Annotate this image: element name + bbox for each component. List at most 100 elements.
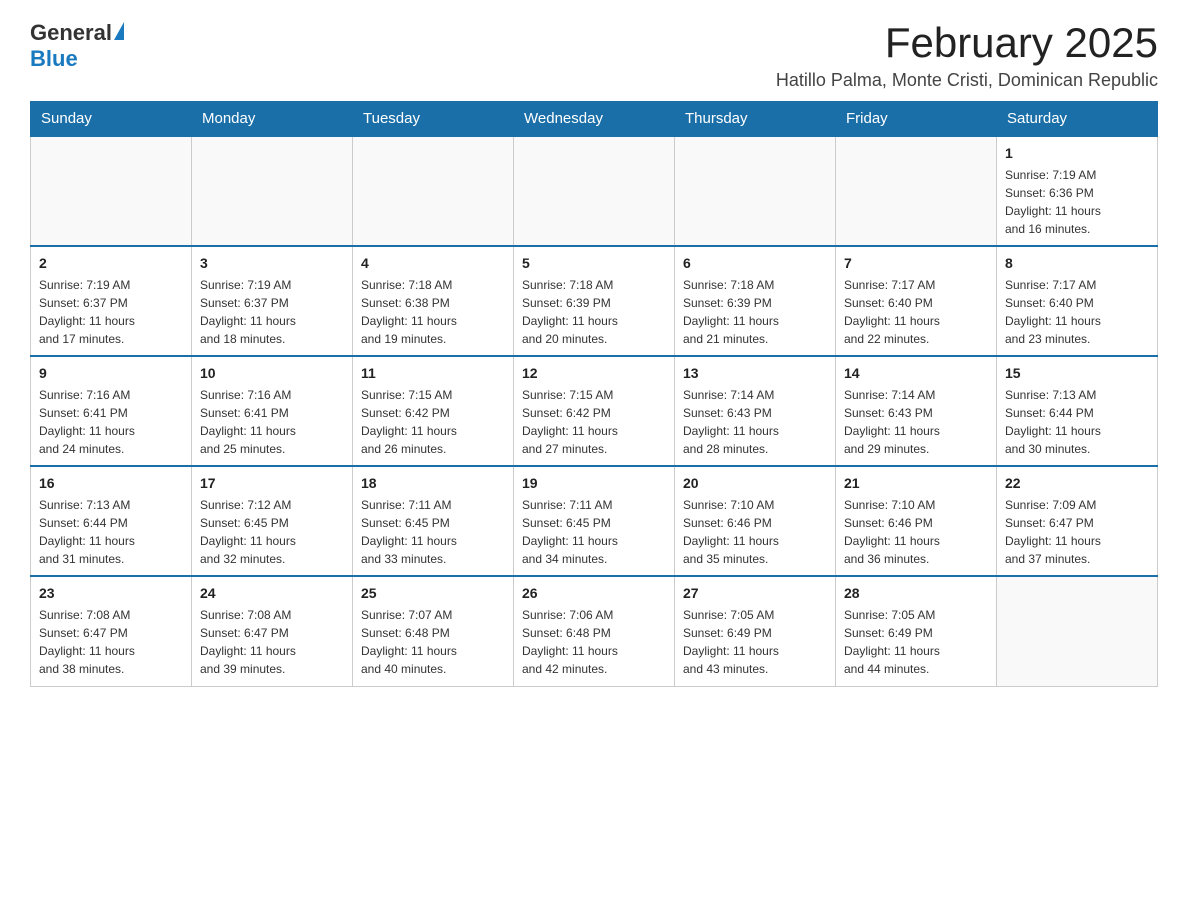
calendar-cell xyxy=(192,136,353,246)
day-info: Sunrise: 7:11 AM Sunset: 6:45 PM Dayligh… xyxy=(522,496,666,568)
logo-blue-text: Blue xyxy=(30,46,78,72)
day-info: Sunrise: 7:14 AM Sunset: 6:43 PM Dayligh… xyxy=(844,386,988,458)
location-title: Hatillo Palma, Monte Cristi, Dominican R… xyxy=(776,70,1158,91)
calendar-cell: 28 Sunrise: 7:05 AM Sunset: 6:49 PM Dayli… xyxy=(836,576,997,686)
day-number: 9 xyxy=(39,363,183,383)
day-info: Sunrise: 7:13 AM Sunset: 6:44 PM Dayligh… xyxy=(39,496,183,568)
day-info: Sunrise: 7:07 AM Sunset: 6:48 PM Dayligh… xyxy=(361,606,505,678)
day-info: Sunrise: 7:17 AM Sunset: 6:40 PM Dayligh… xyxy=(844,276,988,348)
week-row-3: 9 Sunrise: 7:16 AM Sunset: 6:41 PM Daylig… xyxy=(31,356,1158,466)
day-number: 13 xyxy=(683,363,827,383)
day-header-saturday: Saturday xyxy=(997,102,1158,137)
day-info: Sunrise: 7:15 AM Sunset: 6:42 PM Dayligh… xyxy=(361,386,505,458)
logo-general-text: General xyxy=(30,20,112,46)
day-number: 3 xyxy=(200,253,344,273)
day-info: Sunrise: 7:18 AM Sunset: 6:39 PM Dayligh… xyxy=(683,276,827,348)
calendar-cell: 2 Sunrise: 7:19 AM Sunset: 6:37 PM Daylig… xyxy=(31,246,192,356)
calendar-cell: 1 Sunrise: 7:19 AM Sunset: 6:36 PM Daylig… xyxy=(997,136,1158,246)
day-header-tuesday: Tuesday xyxy=(353,102,514,137)
day-header-wednesday: Wednesday xyxy=(514,102,675,137)
day-info: Sunrise: 7:17 AM Sunset: 6:40 PM Dayligh… xyxy=(1005,276,1149,348)
calendar-cell: 17 Sunrise: 7:12 AM Sunset: 6:45 PM Dayli… xyxy=(192,466,353,576)
calendar-cell xyxy=(997,576,1158,686)
week-row-4: 16 Sunrise: 7:13 AM Sunset: 6:44 PM Dayli… xyxy=(31,466,1158,576)
calendar-cell: 9 Sunrise: 7:16 AM Sunset: 6:41 PM Daylig… xyxy=(31,356,192,466)
day-number: 17 xyxy=(200,473,344,493)
page-header: General Blue February 2025 Hatillo Palma… xyxy=(30,20,1158,91)
day-info: Sunrise: 7:19 AM Sunset: 6:36 PM Dayligh… xyxy=(1005,166,1149,238)
calendar-cell: 12Sunrise: 7:15 AM Sunset: 6:42 PM Dayli… xyxy=(514,356,675,466)
day-info: Sunrise: 7:11 AM Sunset: 6:45 PM Dayligh… xyxy=(361,496,505,568)
day-number: 18 xyxy=(361,473,505,493)
calendar-cell: 25 Sunrise: 7:07 AM Sunset: 6:48 PM Dayli… xyxy=(353,576,514,686)
day-info: Sunrise: 7:16 AM Sunset: 6:41 PM Dayligh… xyxy=(200,386,344,458)
title-block: February 2025 Hatillo Palma, Monte Crist… xyxy=(776,20,1158,91)
day-number: 12 xyxy=(522,363,666,383)
week-row-5: 23Sunrise: 7:08 AM Sunset: 6:47 PM Dayli… xyxy=(31,576,1158,686)
calendar-cell: 22 Sunrise: 7:09 AM Sunset: 6:47 PM Dayli… xyxy=(997,466,1158,576)
day-number: 5 xyxy=(522,253,666,273)
day-header-sunday: Sunday xyxy=(31,102,192,137)
calendar-cell: 16 Sunrise: 7:13 AM Sunset: 6:44 PM Dayli… xyxy=(31,466,192,576)
calendar-cell: 8 Sunrise: 7:17 AM Sunset: 6:40 PM Daylig… xyxy=(997,246,1158,356)
calendar-cell: 5 Sunrise: 7:18 AM Sunset: 6:39 PM Daylig… xyxy=(514,246,675,356)
day-number: 2 xyxy=(39,253,183,273)
calendar-cell: 27 Sunrise: 7:05 AM Sunset: 6:49 PM Dayli… xyxy=(675,576,836,686)
calendar-cell xyxy=(836,136,997,246)
day-header-friday: Friday xyxy=(836,102,997,137)
calendar-cell: 26 Sunrise: 7:06 AM Sunset: 6:48 PM Dayli… xyxy=(514,576,675,686)
calendar-cell: 21 Sunrise: 7:10 AM Sunset: 6:46 PM Dayli… xyxy=(836,466,997,576)
day-info: Sunrise: 7:16 AM Sunset: 6:41 PM Dayligh… xyxy=(39,386,183,458)
day-number: 10 xyxy=(200,363,344,383)
week-row-2: 2 Sunrise: 7:19 AM Sunset: 6:37 PM Daylig… xyxy=(31,246,1158,356)
day-info: Sunrise: 7:18 AM Sunset: 6:38 PM Dayligh… xyxy=(361,276,505,348)
calendar-cell: 10 Sunrise: 7:16 AM Sunset: 6:41 PM Dayli… xyxy=(192,356,353,466)
day-number: 28 xyxy=(844,583,988,603)
calendar-cell xyxy=(675,136,836,246)
day-number: 16 xyxy=(39,473,183,493)
day-info: Sunrise: 7:05 AM Sunset: 6:49 PM Dayligh… xyxy=(683,606,827,678)
day-header-monday: Monday xyxy=(192,102,353,137)
day-info: Sunrise: 7:08 AM Sunset: 6:47 PM Dayligh… xyxy=(200,606,344,678)
calendar-cell: 7 Sunrise: 7:17 AM Sunset: 6:40 PM Daylig… xyxy=(836,246,997,356)
day-number: 27 xyxy=(683,583,827,603)
day-info: Sunrise: 7:12 AM Sunset: 6:45 PM Dayligh… xyxy=(200,496,344,568)
month-title: February 2025 xyxy=(776,20,1158,66)
day-number: 8 xyxy=(1005,253,1149,273)
calendar-cell: 23Sunrise: 7:08 AM Sunset: 6:47 PM Dayli… xyxy=(31,576,192,686)
day-number: 22 xyxy=(1005,473,1149,493)
logo: General Blue xyxy=(30,20,124,72)
day-number: 11 xyxy=(361,363,505,383)
day-info: Sunrise: 7:13 AM Sunset: 6:44 PM Dayligh… xyxy=(1005,386,1149,458)
calendar-cell xyxy=(514,136,675,246)
day-info: Sunrise: 7:09 AM Sunset: 6:47 PM Dayligh… xyxy=(1005,496,1149,568)
calendar-cell: 11 Sunrise: 7:15 AM Sunset: 6:42 PM Dayli… xyxy=(353,356,514,466)
day-number: 25 xyxy=(361,583,505,603)
calendar-cell: 20Sunrise: 7:10 AM Sunset: 6:46 PM Dayli… xyxy=(675,466,836,576)
calendar-cell: 18 Sunrise: 7:11 AM Sunset: 6:45 PM Dayli… xyxy=(353,466,514,576)
day-number: 15 xyxy=(1005,363,1149,383)
calendar-cell: 24 Sunrise: 7:08 AM Sunset: 6:47 PM Dayli… xyxy=(192,576,353,686)
day-info: Sunrise: 7:14 AM Sunset: 6:43 PM Dayligh… xyxy=(683,386,827,458)
calendar-cell xyxy=(31,136,192,246)
calendar-cell: 13 Sunrise: 7:14 AM Sunset: 6:43 PM Dayli… xyxy=(675,356,836,466)
day-info: Sunrise: 7:19 AM Sunset: 6:37 PM Dayligh… xyxy=(39,276,183,348)
day-info: Sunrise: 7:08 AM Sunset: 6:47 PM Dayligh… xyxy=(39,606,183,678)
day-info: Sunrise: 7:10 AM Sunset: 6:46 PM Dayligh… xyxy=(844,496,988,568)
day-number: 14 xyxy=(844,363,988,383)
day-info: Sunrise: 7:18 AM Sunset: 6:39 PM Dayligh… xyxy=(522,276,666,348)
day-number: 1 xyxy=(1005,143,1149,163)
calendar-cell: 4 Sunrise: 7:18 AM Sunset: 6:38 PM Daylig… xyxy=(353,246,514,356)
day-info: Sunrise: 7:05 AM Sunset: 6:49 PM Dayligh… xyxy=(844,606,988,678)
day-info: Sunrise: 7:10 AM Sunset: 6:46 PM Dayligh… xyxy=(683,496,827,568)
day-number: 24 xyxy=(200,583,344,603)
day-info: Sunrise: 7:06 AM Sunset: 6:48 PM Dayligh… xyxy=(522,606,666,678)
day-number: 26 xyxy=(522,583,666,603)
calendar-cell: 14 Sunrise: 7:14 AM Sunset: 6:43 PM Dayli… xyxy=(836,356,997,466)
day-number: 21 xyxy=(844,473,988,493)
day-number: 19 xyxy=(522,473,666,493)
day-number: 6 xyxy=(683,253,827,273)
day-number: 4 xyxy=(361,253,505,273)
calendar-cell: 19 Sunrise: 7:11 AM Sunset: 6:45 PM Dayli… xyxy=(514,466,675,576)
day-number: 7 xyxy=(844,253,988,273)
